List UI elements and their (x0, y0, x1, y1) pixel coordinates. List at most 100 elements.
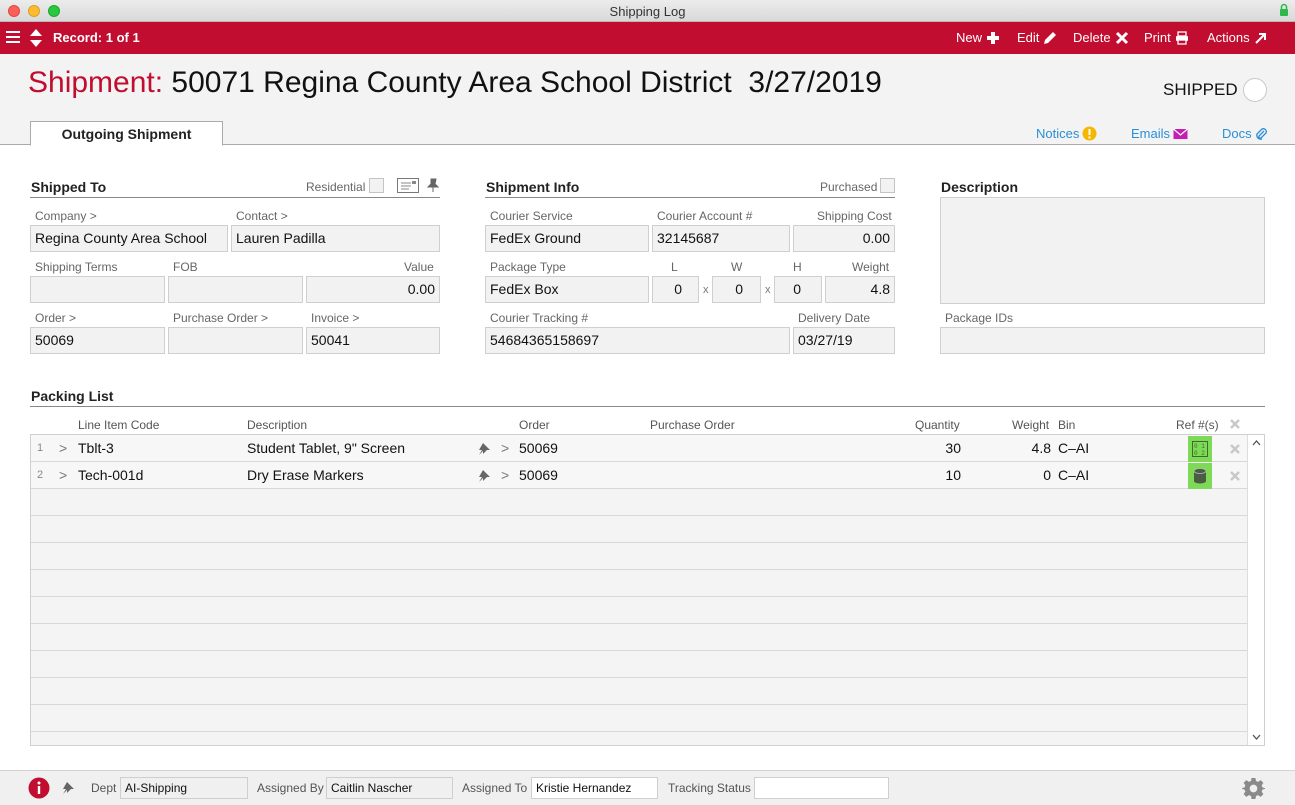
pin-icon[interactable] (477, 469, 491, 483)
fob-field[interactable] (168, 276, 303, 303)
company-field[interactable]: Regina County Area School (30, 225, 228, 252)
empty-row[interactable] (31, 624, 1248, 651)
ref-button[interactable] (1188, 463, 1212, 489)
plus-icon (987, 32, 1000, 44)
length-label: L (671, 260, 678, 274)
package-ids-field[interactable] (940, 327, 1265, 354)
emails-link[interactable]: Emails (1131, 126, 1188, 141)
company-label[interactable]: Company > (35, 209, 97, 223)
description-field[interactable] (940, 197, 1265, 304)
pin-icon[interactable] (61, 781, 75, 795)
gear-icon[interactable] (1242, 777, 1265, 800)
menu-icon[interactable] (6, 31, 20, 43)
empty-row[interactable] (31, 516, 1248, 543)
ref-button[interactable]: 0 10 2 (1188, 436, 1212, 462)
info-icon[interactable] (28, 777, 50, 799)
record-navigator-icon[interactable] (29, 28, 43, 48)
delivery-date-field[interactable]: 03/27/19 (793, 327, 895, 354)
assigned-by-label: Assigned By (257, 781, 324, 795)
residential-checkbox[interactable] (369, 178, 384, 193)
order-link-arrow[interactable]: > (501, 462, 509, 489)
value-field[interactable]: 0.00 (306, 276, 440, 303)
col-weight[interactable]: Weight (1012, 418, 1049, 432)
line-item-bin[interactable]: C–AI (1058, 462, 1089, 489)
package-type-field[interactable]: FedEx Box (485, 276, 649, 303)
width-field[interactable]: 0 (712, 276, 761, 303)
line-item-order[interactable]: 50069 (519, 435, 558, 462)
col-ref[interactable]: Ref #(s) (1176, 418, 1219, 432)
notices-link[interactable]: Notices (1036, 126, 1097, 141)
weight-field[interactable]: 4.8 (825, 276, 895, 303)
row-expand-arrow[interactable]: > (59, 435, 67, 462)
scroll-up-icon[interactable] (1252, 440, 1261, 446)
length-field[interactable]: 0 (652, 276, 699, 303)
clear-column-icon[interactable] (1229, 418, 1241, 430)
scroll-down-icon[interactable] (1252, 734, 1261, 740)
tab-outgoing-shipment[interactable]: Outgoing Shipment (30, 121, 223, 146)
table-row[interactable]: 1 > Tblt-3 Student Tablet, 9" Screen > 5… (31, 435, 1248, 462)
line-item-weight[interactable]: 4.8 (991, 435, 1051, 462)
empty-row[interactable] (31, 651, 1248, 678)
empty-row[interactable] (31, 705, 1248, 732)
line-item-description[interactable]: Dry Erase Markers (247, 462, 364, 489)
pin-icon[interactable] (477, 442, 491, 456)
shipped-toggle[interactable] (1243, 78, 1267, 102)
invoice-field[interactable]: 50041 (306, 327, 440, 354)
height-field[interactable]: 0 (774, 276, 822, 303)
shipping-cost-field[interactable]: 0.00 (793, 225, 895, 252)
empty-row[interactable] (31, 489, 1248, 516)
order-field[interactable]: 50069 (30, 327, 165, 354)
col-order[interactable]: Order (519, 418, 550, 432)
dept-field[interactable]: AI-Shipping (120, 777, 248, 799)
line-item-code[interactable]: Tech-001d (78, 462, 143, 489)
tracking-status-field[interactable] (754, 777, 889, 799)
empty-row[interactable] (31, 597, 1248, 624)
record-counter: Record: 1 of 1 (53, 30, 140, 45)
paperclip-icon (1255, 127, 1267, 140)
order-link-arrow[interactable]: > (501, 435, 509, 462)
print-button[interactable]: Print (1144, 22, 1189, 54)
purchase-order-label[interactable]: Purchase Order > (173, 311, 268, 325)
assigned-to-field[interactable]: Kristie Hernandez (531, 777, 658, 799)
delete-row-icon[interactable] (1229, 470, 1241, 482)
courier-tracking-field[interactable]: 54684365158697 (485, 327, 790, 354)
line-item-description[interactable]: Student Tablet, 9" Screen (247, 435, 405, 462)
edit-button[interactable]: Edit (1017, 22, 1057, 54)
line-item-bin[interactable]: C–AI (1058, 435, 1089, 462)
packing-list-scrollbar[interactable] (1247, 435, 1264, 745)
delete-button[interactable]: Delete (1073, 22, 1129, 54)
col-quantity[interactable]: Quantity (915, 418, 960, 432)
shipping-terms-field[interactable] (30, 276, 165, 303)
empty-row[interactable] (31, 543, 1248, 570)
col-description[interactable]: Description (247, 418, 307, 432)
line-item-quantity[interactable]: 30 (911, 435, 961, 462)
packing-list-grid: 1 > Tblt-3 Student Tablet, 9" Screen > 5… (30, 434, 1265, 746)
line-item-quantity[interactable]: 10 (911, 462, 961, 489)
row-expand-arrow[interactable]: > (59, 462, 67, 489)
new-button[interactable]: New (956, 22, 1000, 54)
invoice-label[interactable]: Invoice > (311, 311, 359, 325)
purchased-checkbox[interactable] (880, 178, 895, 193)
contact-field[interactable]: Lauren Padilla (231, 225, 440, 252)
purchase-order-field[interactable] (168, 327, 303, 354)
assigned-by-field[interactable]: Caitlin Nascher (326, 777, 453, 799)
contact-label[interactable]: Contact > (236, 209, 288, 223)
empty-row[interactable] (31, 570, 1248, 597)
line-item-code[interactable]: Tblt-3 (78, 435, 114, 462)
courier-service-field[interactable]: FedEx Ground (485, 225, 649, 252)
height-label: H (793, 260, 802, 274)
empty-row[interactable] (31, 678, 1248, 705)
col-bin[interactable]: Bin (1058, 418, 1075, 432)
address-card-icon[interactable] (397, 178, 419, 193)
delete-row-icon[interactable] (1229, 443, 1241, 455)
line-item-order[interactable]: 50069 (519, 462, 558, 489)
pin-icon[interactable] (426, 178, 440, 193)
courier-account-field[interactable]: 32145687 (652, 225, 790, 252)
col-purchase-order[interactable]: Purchase Order (650, 418, 735, 432)
table-row[interactable]: 2 > Tech-001d Dry Erase Markers > 50069 … (31, 462, 1248, 489)
line-item-weight[interactable]: 0 (991, 462, 1051, 489)
docs-link[interactable]: Docs (1222, 126, 1267, 141)
col-line-item-code[interactable]: Line Item Code (78, 418, 159, 432)
order-label[interactable]: Order > (35, 311, 76, 325)
actions-button[interactable]: Actions (1207, 22, 1268, 54)
